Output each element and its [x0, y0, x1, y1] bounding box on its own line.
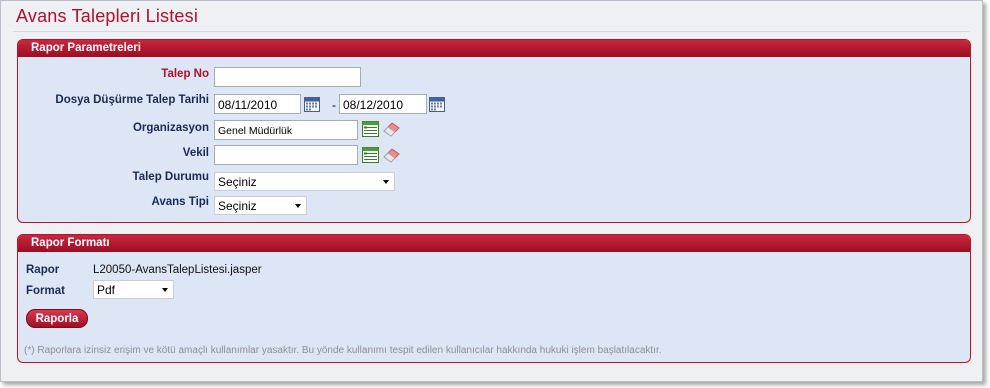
talep-no-input[interactable]	[214, 67, 361, 87]
dropdown-arrow-icon	[162, 288, 168, 292]
format-panel-header: Rapor Formatı	[18, 235, 970, 252]
talep-no-label: Talep No	[161, 68, 209, 80]
format-label: Format	[26, 285, 65, 297]
talep-durumu-label: Talep Durumu	[132, 171, 209, 183]
avans-tipi-selected: Seçiniz	[218, 199, 257, 213]
rapor-file-name: L20050-AvansTalepListesi.jasper	[93, 264, 262, 276]
rapor-label: Rapor	[26, 264, 60, 276]
dropdown-arrow-icon	[295, 204, 301, 208]
start-date-input[interactable]: 08/11/2010	[214, 94, 301, 114]
avans-tipi-label: Avans Tipi	[151, 196, 209, 208]
parameters-panel: Rapor Parametreleri Talep No Dosya Düşür…	[17, 39, 971, 223]
page-title: Avans Talepleri Listesi	[16, 6, 199, 26]
date-range-separator: -	[332, 98, 336, 112]
avans-tipi-select[interactable]: Seçiniz	[214, 196, 307, 215]
format-select[interactable]: Pdf	[93, 280, 174, 299]
raporla-button[interactable]: Raporla	[26, 309, 88, 328]
vekil-label: Vekil	[182, 147, 209, 159]
organizasyon-input[interactable]: Genel Müdürlük	[214, 120, 358, 140]
format-selected: Pdf	[97, 283, 116, 297]
title-divider	[13, 31, 970, 32]
organizasyon-label: Organizasyon	[132, 122, 209, 134]
start-date-calendar-icon[interactable]	[304, 96, 320, 112]
organizasyon-table-lookup-icon[interactable]	[362, 121, 379, 137]
vekil-input[interactable]	[214, 145, 358, 165]
talep-durumu-selected: Seçiniz	[218, 175, 257, 189]
organizasyon-eraser-icon[interactable]	[382, 119, 402, 137]
vekil-table-lookup-icon[interactable]	[362, 147, 379, 163]
vekil-eraser-icon[interactable]	[382, 145, 402, 163]
report-window: Avans Talepleri Listesi Rapor Parametrel…	[0, 0, 983, 382]
talep-tarihi-label: Dosya Düşürme Talep Tarihi	[55, 94, 209, 106]
end-date-input[interactable]: 08/12/2010	[339, 94, 427, 114]
talep-durumu-select[interactable]: Seçiniz	[214, 172, 395, 191]
disclaimer-text: (*) Raporlara izinsiz erişim ve kötü ama…	[24, 345, 662, 356]
end-date-calendar-icon[interactable]	[429, 96, 445, 112]
parameters-panel-header: Rapor Parametreleri	[18, 40, 970, 57]
dropdown-arrow-icon	[383, 180, 389, 184]
format-panel: Rapor Formatı Rapor L20050-AvansTalepLis…	[17, 234, 971, 363]
